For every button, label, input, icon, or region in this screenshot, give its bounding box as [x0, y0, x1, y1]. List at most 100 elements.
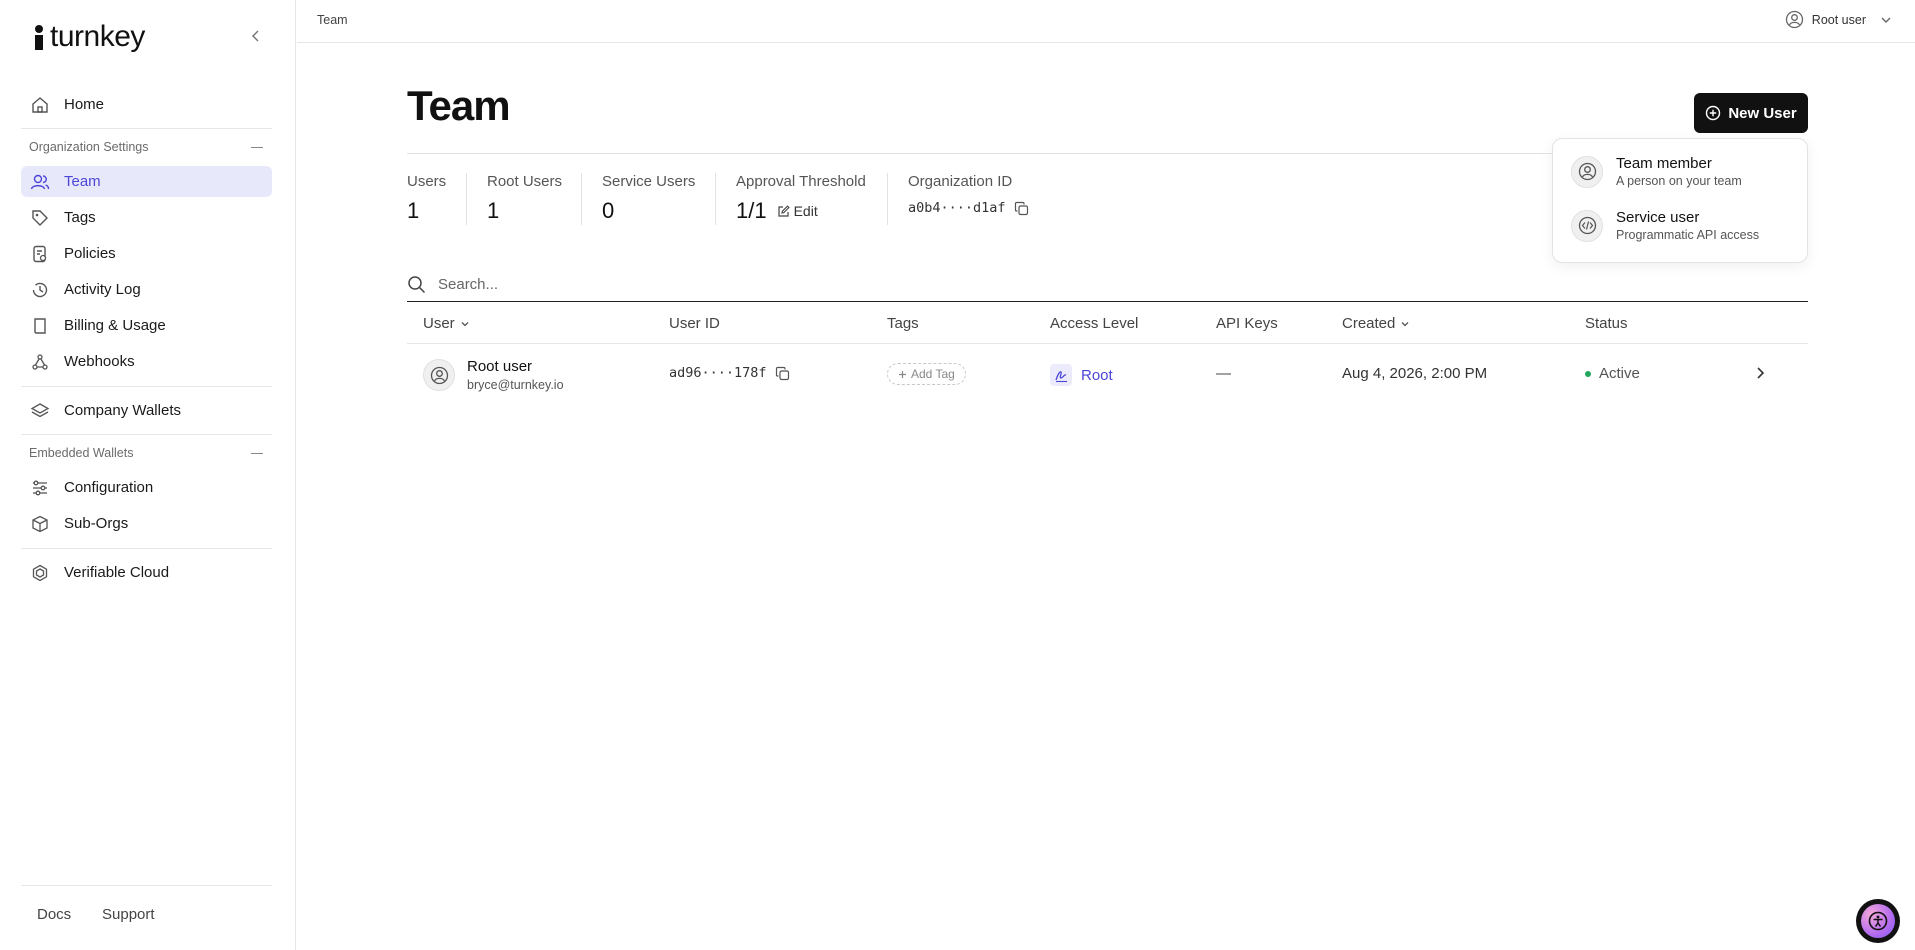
- support-link[interactable]: Support: [102, 906, 155, 923]
- search-icon: [408, 276, 426, 294]
- docs-link[interactable]: Docs: [37, 906, 71, 923]
- sidebar-item-configuration[interactable]: Configuration: [21, 472, 272, 503]
- menu-item-service-user[interactable]: Service user Programmatic API access: [1571, 209, 1793, 242]
- user-circle-icon: [1785, 10, 1804, 29]
- sidebar-item-tags[interactable]: Tags: [21, 202, 272, 233]
- sidebar-divider: [21, 885, 272, 886]
- stat-separator: [715, 173, 716, 225]
- sidebar-item-label: Billing & Usage: [64, 317, 166, 334]
- turnkey-logo-icon: [35, 25, 43, 50]
- status-dot: [1585, 370, 1591, 377]
- user-menu-button[interactable]: Root user: [1785, 10, 1892, 29]
- sidebar-item-label: Webhooks: [64, 353, 135, 370]
- search-input[interactable]: [438, 276, 1638, 293]
- plus-icon: [899, 370, 906, 378]
- column-label: User ID: [669, 315, 720, 332]
- sidebar-item-home[interactable]: Home: [21, 89, 272, 120]
- user-cell: Root user bryce@turnkey.io: [423, 358, 564, 392]
- status-cell: Active: [1585, 365, 1640, 382]
- menu-item-description: A person on your team: [1616, 174, 1742, 188]
- chevron-down-icon: [461, 321, 469, 326]
- clock-history-icon: [30, 280, 50, 300]
- sidebar-item-activity-log[interactable]: Activity Log: [21, 274, 272, 305]
- copy-icon[interactable]: [1014, 201, 1029, 216]
- sidebar-item-label: Configuration: [64, 479, 154, 496]
- collapse-section-icon[interactable]: [251, 146, 263, 148]
- stat-value-row: 1/1 Edit: [736, 198, 866, 224]
- sidebar-item-label: Sub-Orgs: [64, 515, 129, 532]
- access-level-cell: Root: [1050, 364, 1113, 386]
- breadcrumb: Team: [317, 13, 348, 27]
- help-chat-button[interactable]: [1856, 899, 1900, 943]
- sidebar-item-webhooks[interactable]: Webhooks: [21, 346, 272, 377]
- section-org-settings[interactable]: Organization Settings: [29, 140, 263, 154]
- menu-item-team-member[interactable]: Team member A person on your team: [1571, 155, 1793, 188]
- user-circle-icon: [1571, 155, 1603, 188]
- accessibility-icon: [1861, 904, 1895, 938]
- org-id-value: a0b4····d1af: [908, 200, 1006, 216]
- stat-label: Organization ID: [908, 173, 1013, 190]
- tag-icon: [30, 208, 50, 228]
- column-status: Status: [1585, 315, 1628, 332]
- status-badge: Active: [1599, 365, 1640, 382]
- stat-value: 0: [602, 198, 615, 223]
- menu-item-text: Service user Programmatic API access: [1616, 209, 1759, 242]
- sidebar-item-company-wallets[interactable]: Company Wallets: [21, 395, 272, 426]
- sidebar-item-verifiable-cloud[interactable]: Verifiable Cloud: [21, 557, 272, 588]
- add-tag-button[interactable]: Add Tag: [887, 363, 966, 385]
- column-label: Status: [1585, 315, 1628, 332]
- sliders-icon: [30, 478, 50, 498]
- stat-service-users: Service Users 0: [602, 173, 695, 224]
- stat-users: Users 1: [407, 173, 446, 224]
- sidebar-item-team[interactable]: Team: [21, 166, 272, 197]
- stat-value: 1: [487, 198, 500, 223]
- menu-item-title: Team member: [1616, 155, 1712, 172]
- sidebar-item-policies[interactable]: Policies: [21, 238, 272, 269]
- signature-icon: [1050, 364, 1072, 386]
- brand-name: turnkey: [50, 20, 145, 53]
- column-user[interactable]: User: [423, 315, 470, 332]
- collapse-section-icon[interactable]: [251, 452, 263, 454]
- plus-circle-icon: [1706, 105, 1721, 121]
- column-label: API Keys: [1216, 315, 1278, 332]
- edit-threshold-button[interactable]: Edit: [777, 203, 818, 219]
- menu-item-text: Team member A person on your team: [1616, 155, 1742, 188]
- sidebar-item-sub-orgs[interactable]: Sub-Orgs: [21, 508, 272, 539]
- user-id-cell: ad96····178f: [669, 365, 790, 381]
- sidebar-item-label: Company Wallets: [64, 402, 181, 419]
- stat-root-users: Root Users 1: [487, 173, 562, 224]
- stat-value: 1: [407, 198, 420, 223]
- sidebar: turnkey Home Organization Settings Team …: [0, 0, 296, 950]
- access-level-badge: Root: [1050, 364, 1113, 386]
- add-tag-label: Add Tag: [911, 367, 955, 381]
- webhook-icon: [30, 352, 50, 372]
- search-bar: [407, 268, 1808, 302]
- code-circle-icon: [1571, 209, 1603, 242]
- stat-label: Users: [407, 173, 447, 190]
- sidebar-item-label: Policies: [64, 245, 116, 262]
- sidebar-divider: [21, 434, 272, 435]
- sidebar-item-label: Home: [64, 96, 105, 113]
- column-user-id: User ID: [669, 315, 720, 332]
- user-info: Root user bryce@turnkey.io: [467, 358, 564, 392]
- collapse-sidebar-button[interactable]: [246, 26, 266, 46]
- stat-separator: [581, 173, 582, 225]
- hexagon-grid-icon: [30, 563, 50, 583]
- sidebar-item-billing-usage[interactable]: Billing & Usage: [21, 310, 272, 341]
- row-open-button[interactable]: [1753, 366, 1767, 380]
- book-icon: [30, 316, 50, 336]
- stat-approval-threshold: Approval Threshold 1/1 Edit: [736, 173, 866, 224]
- turnkey-logo[interactable]: turnkey: [32, 20, 145, 54]
- column-created[interactable]: Created: [1342, 315, 1410, 332]
- new-user-button[interactable]: New User: [1694, 93, 1808, 133]
- sidebar-divider: [21, 548, 272, 549]
- new-user-dropdown: Team member A person on your team Servic…: [1552, 138, 1808, 263]
- pencil-square-icon: [777, 204, 790, 217]
- sidebar-item-label: Team: [64, 173, 101, 190]
- policy-document-icon: [30, 244, 50, 264]
- new-user-label: New User: [1728, 104, 1797, 122]
- section-embedded-wallets[interactable]: Embedded Wallets: [29, 446, 263, 460]
- table-row[interactable]: Root user bryce@turnkey.io ad96····178f …: [407, 344, 1808, 406]
- copy-icon[interactable]: [775, 366, 790, 381]
- column-label: Created: [1342, 315, 1396, 332]
